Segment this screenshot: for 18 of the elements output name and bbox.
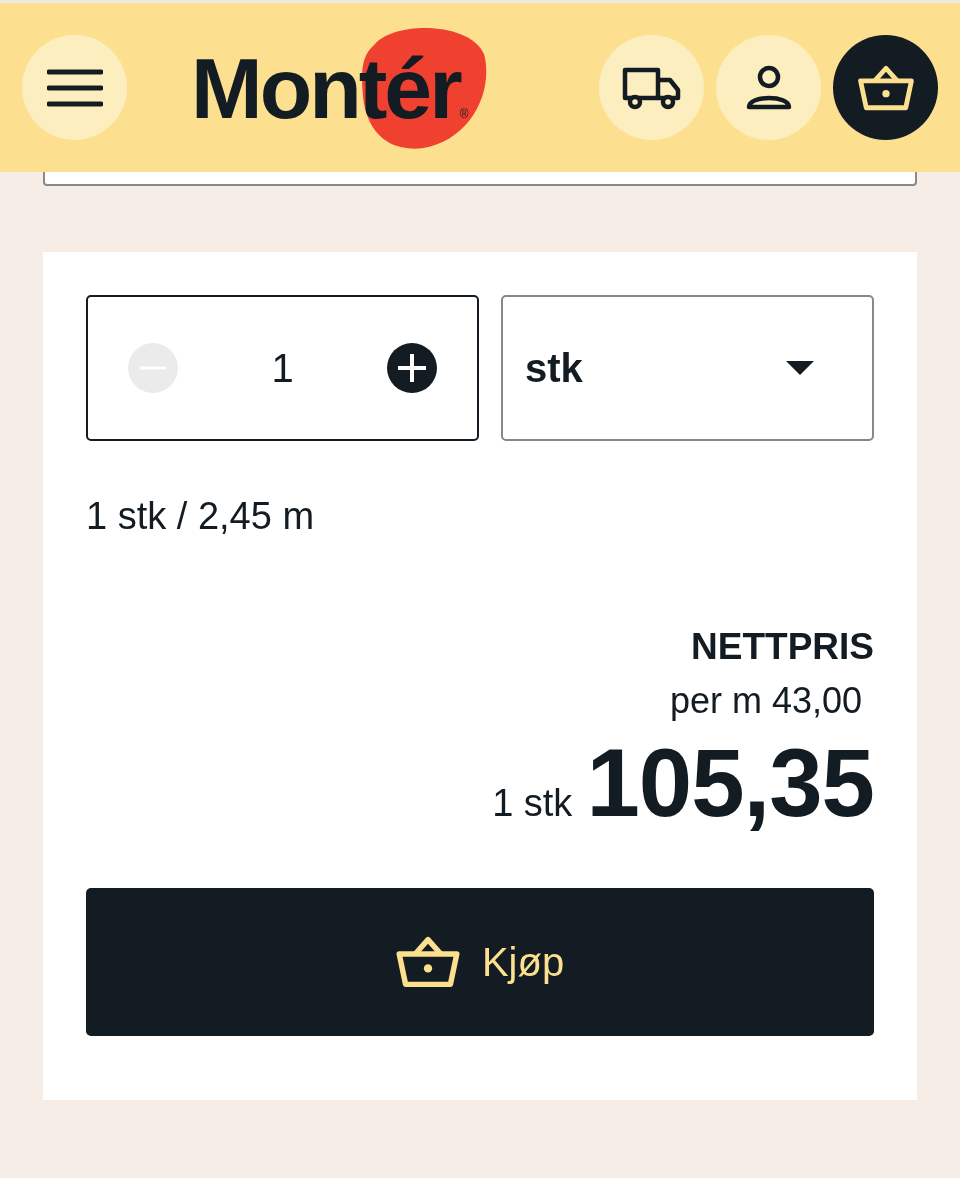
input-field[interactable] [43,172,917,186]
person-icon [745,64,792,111]
price-amount: 105,35 [586,728,874,838]
unit-price: per m 43,00 [669,680,862,722]
caret-icon [786,361,814,375]
quantity-label: 1 stk [492,782,573,825]
buy-button[interactable]: Kjøp [86,888,874,1036]
basket-icon [856,63,915,112]
truck-icon [621,65,682,110]
price-label: NETTPRIS [691,626,874,668]
menu-icon [46,67,103,108]
unit-conversion: 1 stk / 2,45 m [86,495,316,538]
quantity-stepper[interactable]: 1 [86,295,479,441]
basket-icon [395,934,460,990]
increase-button[interactable] [387,343,437,393]
plus-icon [398,354,426,382]
quantity-value: 1 [271,345,294,391]
unit-dropdown[interactable]: stk [501,295,874,441]
